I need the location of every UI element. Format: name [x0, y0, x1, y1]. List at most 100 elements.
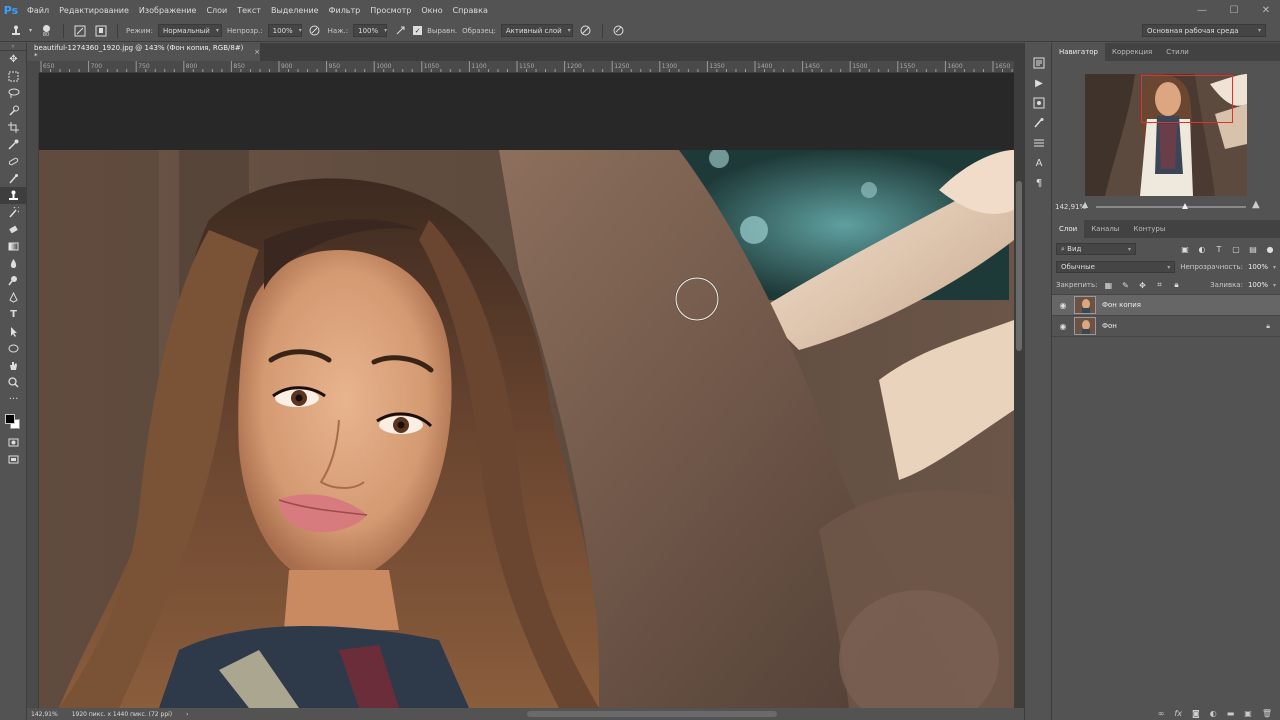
- pressure-opacity-icon[interactable]: [307, 23, 323, 39]
- zoom-out-icon[interactable]: ▲: [1082, 200, 1088, 209]
- quick-mask-icon[interactable]: [0, 434, 27, 451]
- tab-channels[interactable]: Каналы: [1084, 220, 1126, 238]
- ignore-adjustment-layers-icon[interactable]: [578, 23, 594, 39]
- type-tool-icon[interactable]: T: [0, 306, 27, 323]
- lock-all-icon[interactable]: 🔒︎: [1170, 280, 1182, 290]
- smart-object-filter-icon[interactable]: ▤: [1247, 245, 1259, 254]
- visibility-eye-icon[interactable]: ◉: [1058, 322, 1068, 331]
- airbrush-icon[interactable]: [392, 23, 408, 39]
- crop-tool-icon[interactable]: [0, 119, 27, 136]
- paragraph-panel-icon[interactable]: ¶: [1025, 173, 1053, 193]
- hand-tool-icon[interactable]: [0, 357, 27, 374]
- path-selection-tool-icon[interactable]: [0, 323, 27, 340]
- foreground-color-swatch[interactable]: [5, 414, 15, 424]
- type-filter-icon[interactable]: T: [1213, 245, 1225, 254]
- flow-field[interactable]: 100% ▾: [353, 24, 387, 37]
- screen-mode-icon[interactable]: [0, 451, 27, 468]
- actions-panel-icon[interactable]: ▶: [1025, 73, 1053, 93]
- move-tool-icon[interactable]: ✥: [0, 51, 27, 68]
- tab-layers[interactable]: Слои: [1052, 220, 1085, 238]
- dodge-tool-icon[interactable]: [0, 272, 27, 289]
- vertical-ruler[interactable]: [27, 73, 39, 708]
- new-adjustment-layer-icon[interactable]: ◐: [1210, 709, 1217, 718]
- tab-styles[interactable]: Стили: [1159, 43, 1196, 61]
- menu-layers[interactable]: Слои: [201, 6, 232, 15]
- menu-select[interactable]: Выделение: [266, 6, 324, 15]
- navigator-thumbnail[interactable]: [1085, 74, 1247, 196]
- tab-navigator[interactable]: Навигатор: [1052, 43, 1105, 61]
- clone-source-panel-icon[interactable]: [93, 23, 109, 39]
- layer-kind-filter[interactable]: ⌕ Вид ▾: [1056, 243, 1136, 255]
- properties-panel-icon[interactable]: [1025, 93, 1053, 113]
- menu-help[interactable]: Справка: [448, 6, 493, 15]
- delete-layer-icon[interactable]: 🗑︎: [1262, 709, 1272, 718]
- zoom-in-icon[interactable]: ▲: [1252, 199, 1260, 210]
- layer-style-icon[interactable]: fx: [1174, 709, 1182, 718]
- marquee-tool-icon[interactable]: [0, 68, 27, 85]
- photo-image[interactable]: [39, 150, 1014, 708]
- character-panel-icon[interactable]: A: [1025, 153, 1053, 173]
- navigator-zoom-slider[interactable]: [1096, 203, 1246, 209]
- lock-transparent-icon[interactable]: ▦: [1102, 281, 1114, 290]
- layer-name[interactable]: Фон: [1102, 322, 1260, 330]
- menu-window[interactable]: Окно: [416, 6, 447, 15]
- tab-paths[interactable]: Контуры: [1126, 220, 1172, 238]
- zoom-slider-knob[interactable]: [1182, 203, 1188, 209]
- new-layer-icon[interactable]: ▣: [1244, 709, 1252, 718]
- lock-artboard-icon[interactable]: ⌗: [1153, 280, 1165, 290]
- aligned-checkbox[interactable]: ✓: [413, 26, 423, 35]
- opacity-field[interactable]: 100% ▾: [267, 24, 302, 37]
- lasso-tool-icon[interactable]: [0, 85, 27, 102]
- pixel-filter-icon[interactable]: ▣: [1179, 245, 1191, 254]
- menu-image[interactable]: Изображение: [134, 6, 202, 15]
- visibility-eye-icon[interactable]: ◉: [1058, 301, 1068, 310]
- adjustment-filter-icon[interactable]: ◐: [1196, 245, 1208, 254]
- history-panel-icon[interactable]: [1025, 53, 1053, 73]
- eyedropper-tool-icon[interactable]: [0, 136, 27, 153]
- workspace-select[interactable]: Основная рабочая среда ▾: [1142, 24, 1266, 37]
- lock-position-icon[interactable]: ✥: [1136, 281, 1148, 290]
- quick-selection-tool-icon[interactable]: [0, 102, 27, 119]
- collapse-toolbar-icon[interactable]: »: [0, 43, 26, 51]
- sample-select[interactable]: Активный слой ▾: [500, 24, 573, 37]
- fill-value[interactable]: 100%: [1248, 281, 1268, 289]
- canvas[interactable]: [39, 73, 1014, 708]
- maximize-button[interactable]: ☐: [1224, 5, 1244, 16]
- close-window-button[interactable]: ✕: [1256, 5, 1276, 16]
- new-group-icon[interactable]: ▬: [1227, 709, 1235, 718]
- eraser-tool-icon[interactable]: [0, 221, 27, 238]
- horizontal-ruler[interactable]: 650 700 750 800 850 900 950 1000 1050 1100 1150 120…: [39, 61, 1014, 73]
- clone-stamp-tool-icon[interactable]: [0, 187, 27, 204]
- chevron-down-icon[interactable]: ▾: [1273, 264, 1276, 271]
- document-tab[interactable]: beautiful-1274360_1920.jpg @ 143% (Фон к…: [27, 43, 260, 61]
- ellipse-tool-icon[interactable]: [0, 340, 27, 357]
- menu-filter[interactable]: Фильтр: [324, 6, 366, 15]
- healing-brush-tool-icon[interactable]: [0, 153, 27, 170]
- more-tools-icon[interactable]: ···: [0, 391, 27, 408]
- blend-mode-select[interactable]: Обычные ▾: [1056, 261, 1176, 273]
- blur-tool-icon[interactable]: [0, 255, 27, 272]
- menu-view[interactable]: Просмотр: [365, 6, 416, 15]
- lock-image-icon[interactable]: ✎: [1119, 281, 1131, 290]
- layer-row-background[interactable]: ◉ Фон 🔒︎: [1052, 316, 1280, 337]
- clone-source-panel-icon[interactable]: [1025, 133, 1053, 153]
- minimize-button[interactable]: —: [1192, 5, 1212, 16]
- layer-opacity-value[interactable]: 100%: [1248, 263, 1268, 271]
- link-layers-icon[interactable]: ∞: [1158, 709, 1165, 718]
- menu-edit[interactable]: Редактирование: [54, 6, 134, 15]
- layer-row-background-copy[interactable]: ◉ Фон копия: [1052, 295, 1280, 316]
- menu-file[interactable]: Файл: [22, 6, 54, 15]
- shape-filter-icon[interactable]: ▢: [1230, 245, 1242, 254]
- filter-toggle-icon[interactable]: ●: [1264, 245, 1276, 254]
- ruler-corner[interactable]: [27, 61, 39, 73]
- layer-name[interactable]: Фон копия: [1102, 301, 1280, 309]
- pen-tool-icon[interactable]: [0, 289, 27, 306]
- zoom-tool-icon[interactable]: [0, 374, 27, 391]
- close-document-icon[interactable]: ×: [254, 48, 260, 56]
- brush-panel-icon[interactable]: [72, 23, 88, 39]
- gradient-tool-icon[interactable]: [0, 238, 27, 255]
- navigator-view-frame[interactable]: [1141, 75, 1233, 123]
- chevron-down-icon[interactable]: ▾: [1273, 282, 1276, 289]
- add-mask-icon[interactable]: ◙: [1192, 709, 1200, 718]
- brush-tool-icon[interactable]: [0, 170, 27, 187]
